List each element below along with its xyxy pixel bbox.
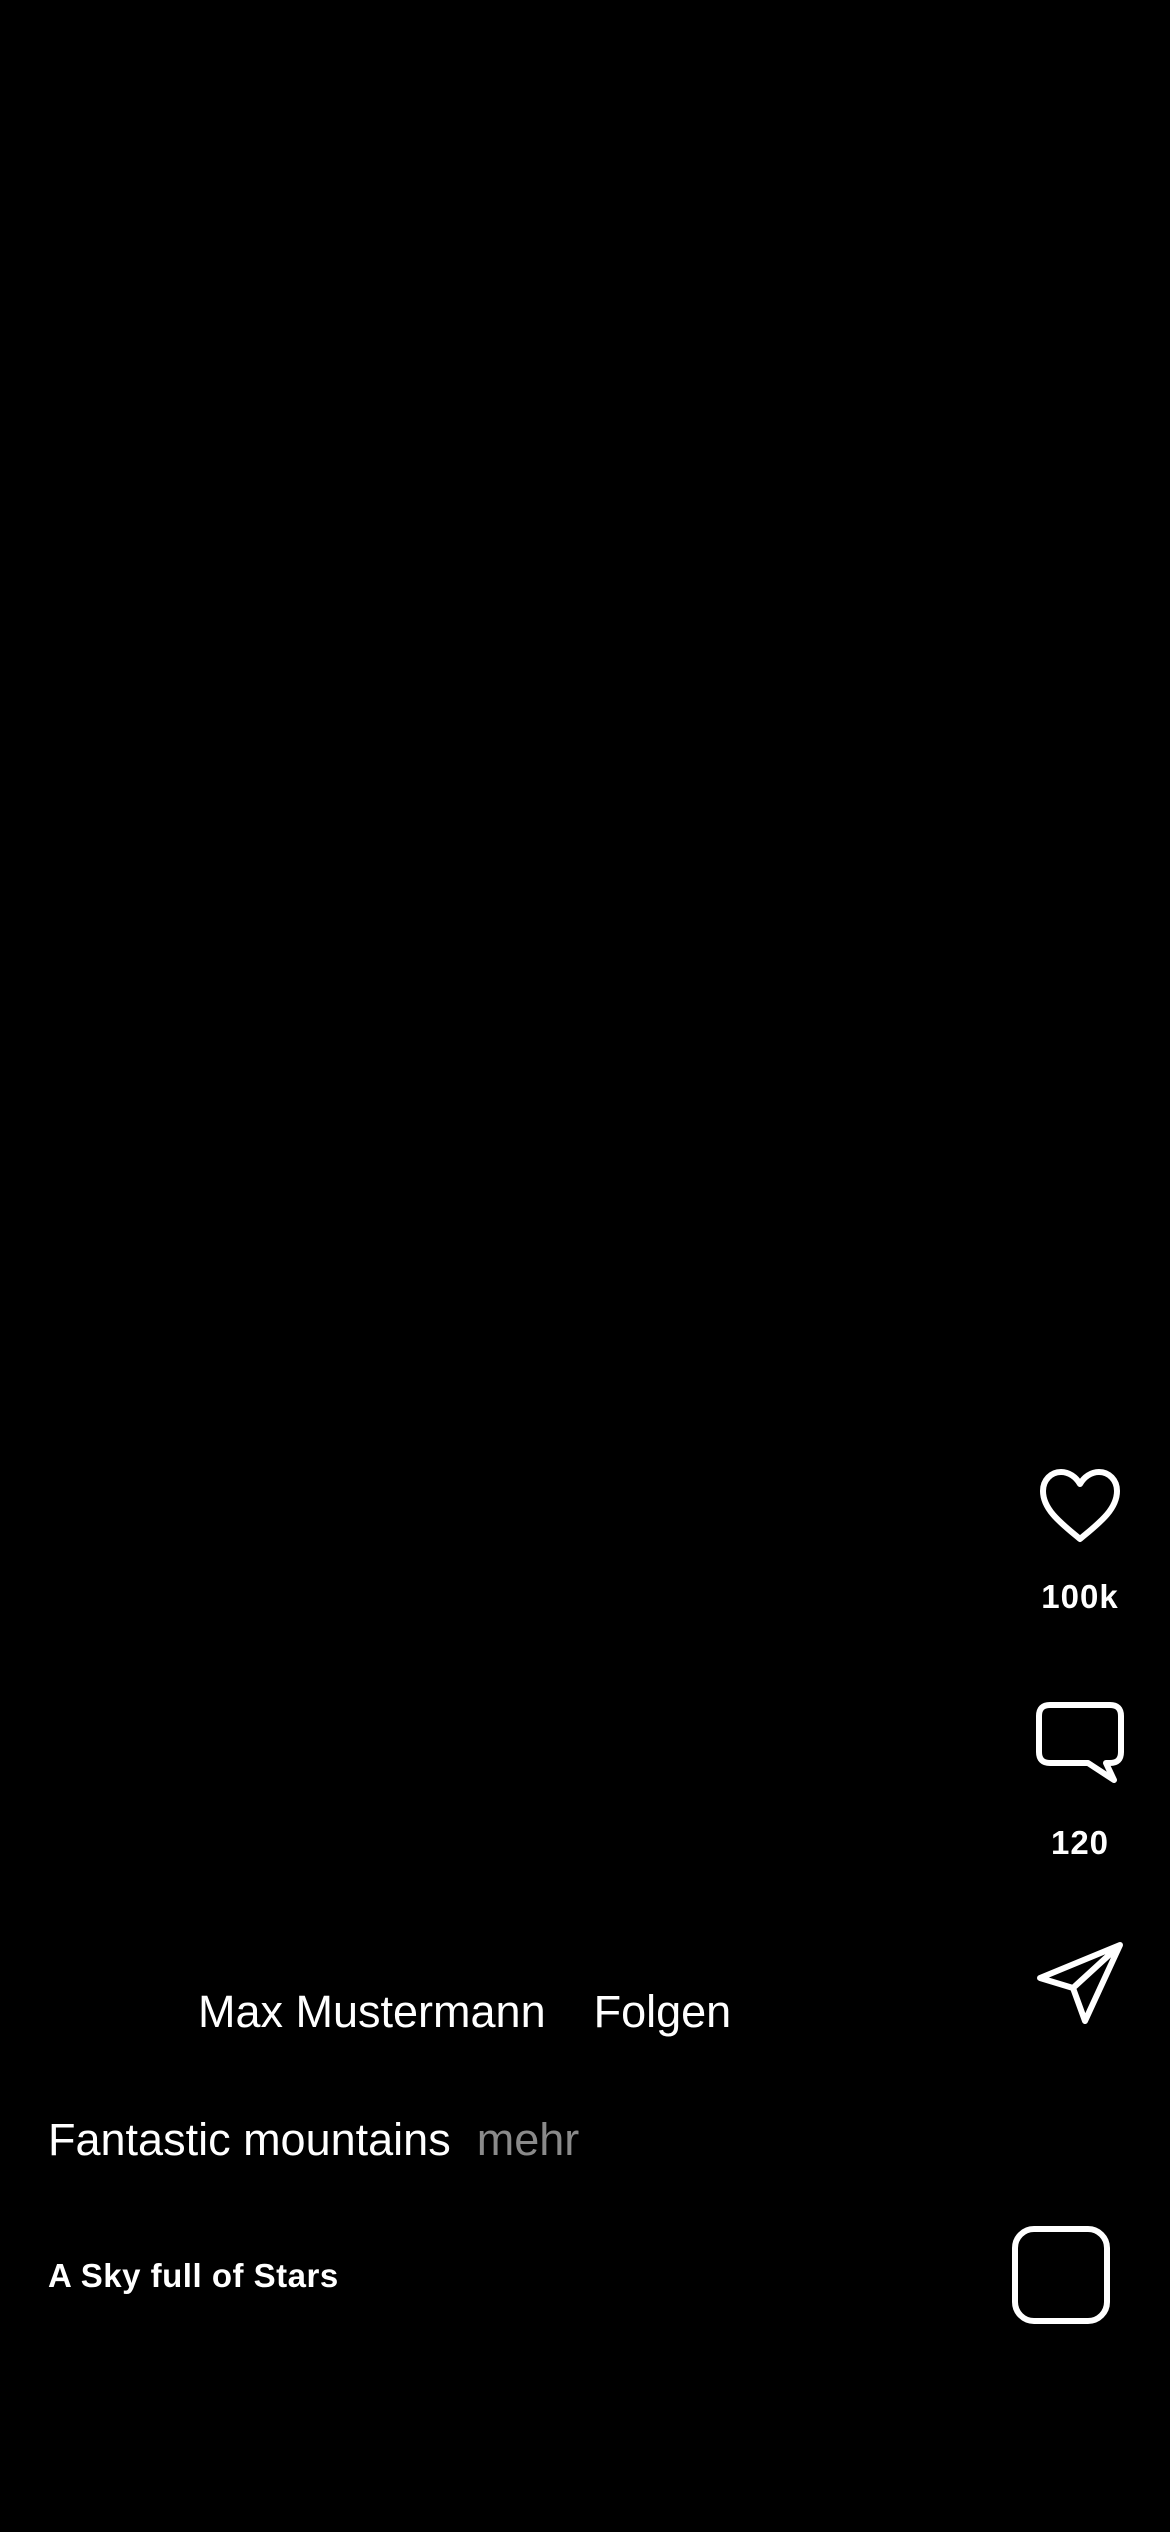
music-album-cover[interactable] xyxy=(1012,2226,1110,2324)
share-action[interactable] xyxy=(990,1940,1170,2026)
post-caption: Fantastic mountains xyxy=(48,2114,451,2165)
like-count: 100k xyxy=(1041,1578,1119,1615)
music-row[interactable]: A Sky full of Stars xyxy=(48,2254,339,2298)
like-action[interactable]: 100k xyxy=(990,1468,1170,1616)
comment-bubble-icon[interactable] xyxy=(1034,1700,1126,1786)
action-rail: 100k 120 xyxy=(990,0,1170,2532)
comment-action[interactable]: 120 xyxy=(990,1700,1170,1862)
follow-button[interactable]: Folgen xyxy=(594,1986,732,2038)
author-name[interactable]: Max Mustermann xyxy=(198,1986,546,2038)
paper-plane-icon[interactable] xyxy=(1035,1940,1125,2026)
heart-icon[interactable] xyxy=(1038,1468,1122,1544)
more-link[interactable]: mehr xyxy=(477,2114,580,2166)
comment-count: 120 xyxy=(1050,1824,1110,1861)
video-feed-screen: 100k 120 Max Mustermann Folgen Fantastic… xyxy=(0,0,1170,2532)
caption-row: Fantastic mountains mehr xyxy=(48,2110,579,2170)
author-row: Max Mustermann Folgen xyxy=(198,1982,731,2042)
music-title: A Sky full of Stars xyxy=(48,2257,339,2294)
